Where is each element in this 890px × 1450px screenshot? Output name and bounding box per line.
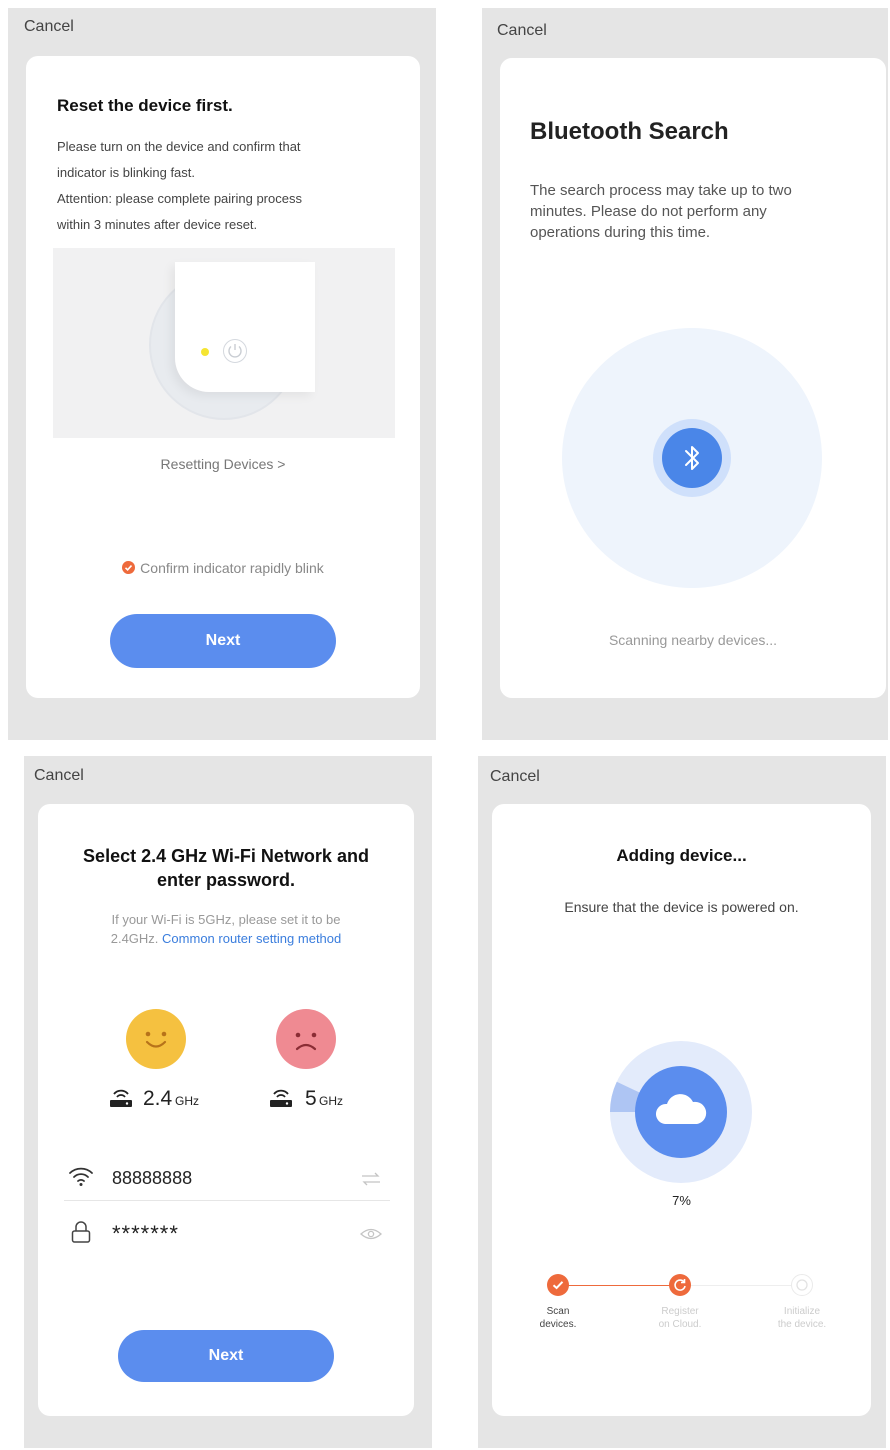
description-line: The search process may take up to two [530, 182, 792, 199]
hint-line: If your Wi-Fi is 5GHz, please set it to … [111, 912, 341, 927]
band-5ghz: 5 GHz [268, 1087, 368, 1113]
bluetooth-card: Bluetooth Search The search process may … [500, 58, 886, 698]
progress-stepper: Scan devices. Register on Cloud. Initial… [492, 1274, 871, 1354]
router-icon [270, 1089, 292, 1107]
instruction-line: Attention: please complete pairing proce… [57, 191, 302, 206]
resetting-devices-link[interactable]: Resetting Devices > [26, 456, 420, 472]
cancel-button[interactable]: Cancel [24, 18, 74, 36]
progress-ring [610, 1041, 752, 1183]
page-title: Bluetooth Search [530, 118, 729, 145]
hint-prefix: 2.4GHz. [110, 931, 159, 946]
step-label-line: Scan [546, 1306, 570, 1317]
step-initialize-label: Initialize the device. [762, 1305, 842, 1331]
next-button[interactable]: Next [110, 614, 336, 668]
router-setting-link[interactable]: Common router setting method [162, 931, 341, 946]
cancel-button[interactable]: Cancel [497, 22, 547, 40]
title-line: Select 2.4 GHz Wi-Fi Network and [83, 846, 369, 866]
step-connector [558, 1285, 680, 1286]
band-good-number: 2.4 [143, 1087, 173, 1110]
adding-device-screen: Cancel Adding device... Ensure that the … [478, 756, 886, 1448]
device-illustration [53, 248, 395, 438]
search-description: The search process may take up to two mi… [530, 180, 792, 243]
cancel-button[interactable]: Cancel [34, 767, 84, 785]
bluetooth-screen: Cancel Bluetooth Search The search proce… [482, 8, 888, 740]
step-label-line: on Cloud. [658, 1319, 702, 1330]
smile-face-icon [126, 1009, 186, 1069]
page-title: Select 2.4 GHz Wi-Fi Network and enter p… [38, 844, 414, 892]
description-line: minutes. Please do not perform any [530, 203, 767, 220]
adding-card: Adding device... Ensure that the device … [492, 804, 871, 1416]
scan-status: Scanning nearby devices... [608, 632, 778, 648]
band-good-unit: GHz [175, 1094, 199, 1108]
description-line: operations during this time. [530, 224, 711, 241]
wifi-icon [69, 1167, 93, 1186]
password-value: ******* [112, 1221, 179, 1246]
check-icon [122, 561, 136, 574]
step-label-line: devices. [539, 1319, 577, 1330]
cloud-icon-disc [635, 1066, 727, 1158]
reset-card: Reset the device first. Please turn on t… [26, 56, 420, 698]
instruction-line: indicator is blinking fast. [57, 165, 196, 180]
device-body [175, 262, 315, 392]
instruction-line: Please turn on the device and confirm th… [57, 139, 301, 154]
band-bad-number: 5 [305, 1087, 317, 1110]
device-magnifier [149, 262, 315, 420]
step-scan-label: Scan devices. [518, 1305, 598, 1331]
power-button-icon [223, 339, 247, 363]
confirm-label: Confirm indicator rapidly blink [140, 560, 324, 576]
indicator-light-icon [201, 348, 209, 356]
step-connector [680, 1285, 802, 1286]
hint-line-2: 2.4GHz. Common router setting method [38, 929, 414, 948]
reset-screen: Cancel Reset the device first. Please tu… [8, 8, 436, 740]
cloud-icon [655, 1094, 707, 1124]
step-register-label: Register on Cloud. [640, 1305, 720, 1331]
ssid-field[interactable]: 88888888 [64, 1156, 390, 1201]
band-2-4ghz: 2.4 GHz [108, 1087, 218, 1113]
progress-percent: 7% [672, 1193, 691, 1208]
wifi-card: Select 2.4 GHz Wi-Fi Network and enter p… [38, 804, 414, 1416]
step-label-line: Register [661, 1306, 699, 1317]
eye-icon[interactable] [360, 1227, 382, 1241]
ssid-value: 88888888 [112, 1168, 193, 1188]
page-subtitle: Ensure that the device is powered on. [564, 899, 799, 915]
page-title: Adding device... [616, 846, 747, 865]
step-label-line: the device. [777, 1319, 827, 1330]
page-title: Reset the device first. [57, 96, 233, 115]
step-scan-icon [547, 1274, 569, 1296]
switch-network-icon[interactable] [360, 1172, 382, 1186]
instructions: Please turn on the device and confirm th… [57, 134, 302, 238]
lock-icon [71, 1221, 91, 1243]
instruction-line: within 3 minutes after device reset. [57, 217, 258, 232]
wifi-screen: Cancel Select 2.4 GHz Wi-Fi Network and … [24, 756, 432, 1448]
next-button[interactable]: Next [118, 1330, 334, 1382]
password-field[interactable]: ******* [64, 1212, 390, 1256]
step-register-icon [669, 1274, 691, 1296]
bluetooth-icon [662, 428, 722, 488]
router-icon [110, 1089, 132, 1107]
band-bad-unit: GHz [319, 1094, 343, 1108]
title-line: enter password. [156, 870, 296, 890]
step-initialize-icon [791, 1274, 813, 1296]
bluetooth-icon-halo [653, 419, 731, 497]
scan-radar [562, 328, 822, 588]
confirm-indicator-checkbox[interactable]: Confirm indicator rapidly blink [26, 560, 420, 576]
wifi-hint: If your Wi-Fi is 5GHz, please set it to … [38, 910, 414, 948]
step-label-line: Initialize [783, 1306, 821, 1317]
sad-face-icon [276, 1009, 336, 1069]
cancel-button[interactable]: Cancel [490, 768, 540, 786]
